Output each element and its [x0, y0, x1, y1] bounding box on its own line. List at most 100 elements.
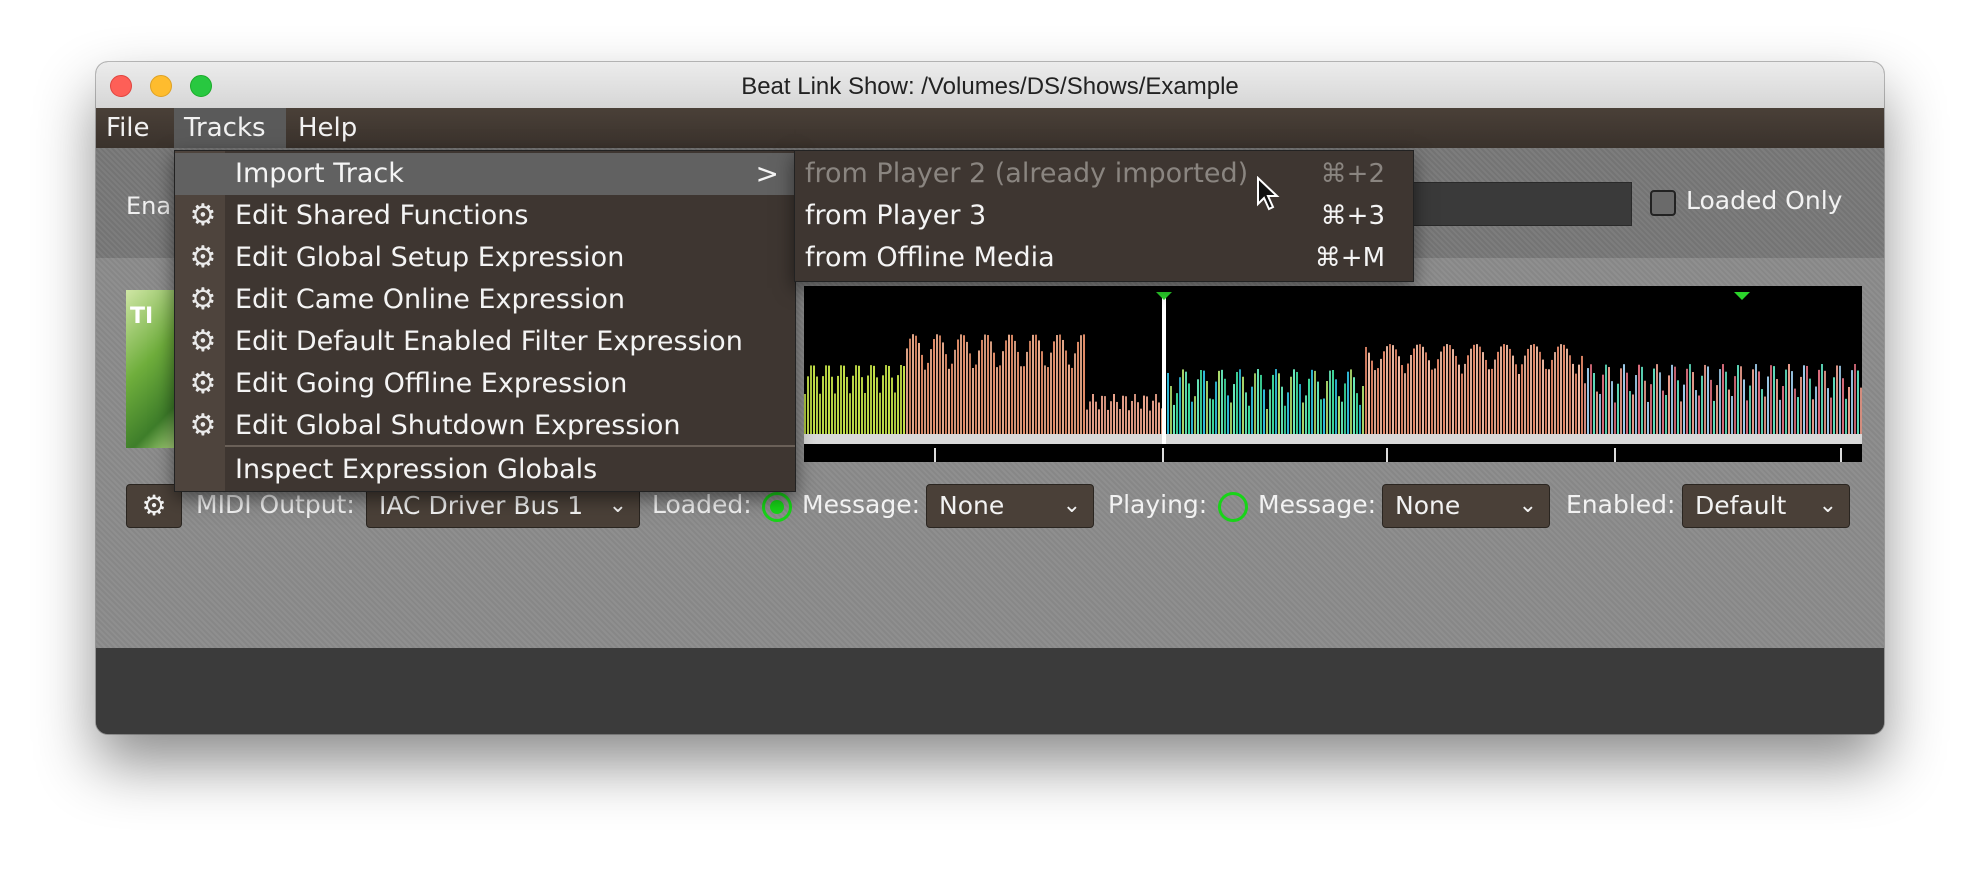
waveform-bar: [804, 394, 806, 434]
playing-message-label: Message:: [1258, 490, 1376, 519]
waveform-bar: [1320, 399, 1322, 434]
menu-item-edit-default-enabled-filter[interactable]: ⚙ Edit Default Enabled Filter Expression: [175, 321, 795, 363]
search-input[interactable]: [1396, 182, 1632, 226]
waveform-bar: [1338, 396, 1340, 434]
menu-separator: [225, 445, 795, 447]
waveform-bar: [1242, 376, 1244, 434]
submenu-item-from-offline-media[interactable]: from Offline Media ⌘+M: [795, 237, 1413, 279]
waveform-bar: [855, 365, 857, 434]
loaded-message-select[interactable]: None ⌄: [926, 484, 1094, 528]
menu-item-label: Edit Global Setup Expression: [235, 242, 625, 273]
waveform-bar: [1461, 373, 1463, 434]
menu-item-inspect-expression-globals[interactable]: Inspect Expression Globals: [175, 449, 795, 491]
menu-help[interactable]: Help: [288, 108, 368, 148]
waveform-bar: [1128, 410, 1130, 434]
waveform-bar: [1626, 372, 1628, 434]
waveform-bar: [1698, 395, 1700, 434]
waveform-bar: [924, 369, 926, 434]
waveform-bar: [1434, 368, 1436, 434]
waveform-bar: [1254, 373, 1256, 434]
waveform-bar: [1122, 395, 1124, 434]
waveform-bar: [1782, 386, 1784, 434]
waveform-bar: [1071, 367, 1073, 434]
waveform-bar: [1410, 354, 1412, 434]
shortcut-label: ⌘+M: [1314, 243, 1385, 273]
waveform-bar: [1419, 344, 1421, 434]
title-bar[interactable]: Beat Link Show: /Volumes/DS/Shows/Exampl…: [96, 62, 1884, 109]
waveform-bar: [1602, 374, 1604, 434]
waveform-bar: [1380, 358, 1382, 434]
menu-item-edit-shared-functions[interactable]: ⚙ Edit Shared Functions: [175, 195, 795, 237]
waveform-bar: [1314, 370, 1316, 434]
gear-icon: ⚙: [189, 198, 217, 233]
waveform-bar: [1512, 355, 1514, 434]
menu-item-label: Edit Came Online Expression: [235, 284, 625, 315]
gear-icon: ⚙: [189, 408, 217, 443]
waveform-bar: [825, 365, 827, 434]
waveform-bar: [1491, 368, 1493, 434]
waveform-bar: [1302, 402, 1304, 434]
waveform-bar: [1116, 401, 1118, 434]
waveform-bar: [1443, 346, 1445, 434]
waveform-bar: [1428, 360, 1430, 434]
menu-item-edit-global-setup[interactable]: ⚙ Edit Global Setup Expression: [175, 237, 795, 279]
waveform-bar: [1446, 344, 1448, 434]
waveform-bar: [1623, 364, 1625, 434]
waveform-bar: [1530, 344, 1532, 434]
waveform-bar: [939, 335, 941, 434]
waveform-bar: [918, 342, 920, 434]
waveform-bar: [1308, 378, 1310, 434]
waveform-bar: [1566, 348, 1568, 434]
waveform-bar: [999, 365, 1001, 434]
waveform-bar: [1311, 369, 1313, 434]
waveform-bar: [1119, 409, 1121, 434]
waveform-bar: [1692, 372, 1694, 434]
submenu-item-from-player-3[interactable]: from Player 3 ⌘+3: [795, 195, 1413, 237]
waveform-bar: [1143, 395, 1145, 434]
waveform-bar: [1368, 352, 1370, 434]
waveform-bar: [1707, 366, 1709, 434]
waveform-bar: [1521, 364, 1523, 434]
playing-message-select[interactable]: None ⌄: [1382, 484, 1550, 528]
waveform-bar: [1347, 371, 1349, 434]
waveform-bar: [993, 352, 995, 434]
waveform-bar: [1737, 365, 1739, 434]
waveform-bar: [1329, 370, 1331, 434]
menu-item-edit-going-offline[interactable]: ⚙ Edit Going Offline Expression: [175, 363, 795, 405]
menu-item-label: Edit Going Offline Expression: [235, 368, 628, 399]
waveform-bar: [1680, 401, 1682, 434]
waveform-bar: [831, 376, 833, 434]
menu-file[interactable]: File: [96, 108, 166, 148]
waveform-bar: [1026, 351, 1028, 434]
waveform-bar: [1611, 381, 1613, 434]
waveform-bar: [1212, 399, 1214, 434]
waveform-bar: [858, 365, 860, 434]
waveform-bar: [1245, 392, 1247, 434]
waveform-bar: [1470, 348, 1472, 434]
waveform-bar: [1440, 351, 1442, 434]
waveform-bar: [1572, 363, 1574, 434]
menu-item-import-track[interactable]: Import Track >: [175, 153, 795, 195]
waveform-bar: [942, 342, 944, 434]
waveform-bar: [1290, 376, 1292, 434]
waveform-bar: [1710, 379, 1712, 434]
waveform-bar: [885, 365, 887, 434]
waveform-bar: [1494, 359, 1496, 434]
loaded-only-checkbox[interactable]: [1650, 190, 1676, 216]
waveform-bar: [1806, 365, 1808, 434]
waveform-bar: [1221, 369, 1223, 434]
waveform-bar: [1635, 375, 1637, 434]
track-waveform[interactable]: [804, 286, 1862, 462]
menu-item-edit-came-online[interactable]: ⚙ Edit Came Online Expression: [175, 279, 795, 321]
enabled-select[interactable]: Default ⌄: [1682, 484, 1850, 528]
waveform-bar: [1068, 364, 1070, 434]
menu-tracks[interactable]: Tracks: [174, 108, 286, 148]
waveform-bar: [1284, 405, 1286, 434]
mouse-pointer-icon: [1257, 176, 1280, 211]
waveform-bar: [1812, 399, 1814, 434]
waveform-bar: [1677, 380, 1679, 434]
waveform-bar: [915, 335, 917, 434]
waveform-bar: [1344, 383, 1346, 434]
menu-item-edit-global-shutdown[interactable]: ⚙ Edit Global Shutdown Expression: [175, 405, 795, 447]
waveform-bar: [1167, 372, 1169, 434]
